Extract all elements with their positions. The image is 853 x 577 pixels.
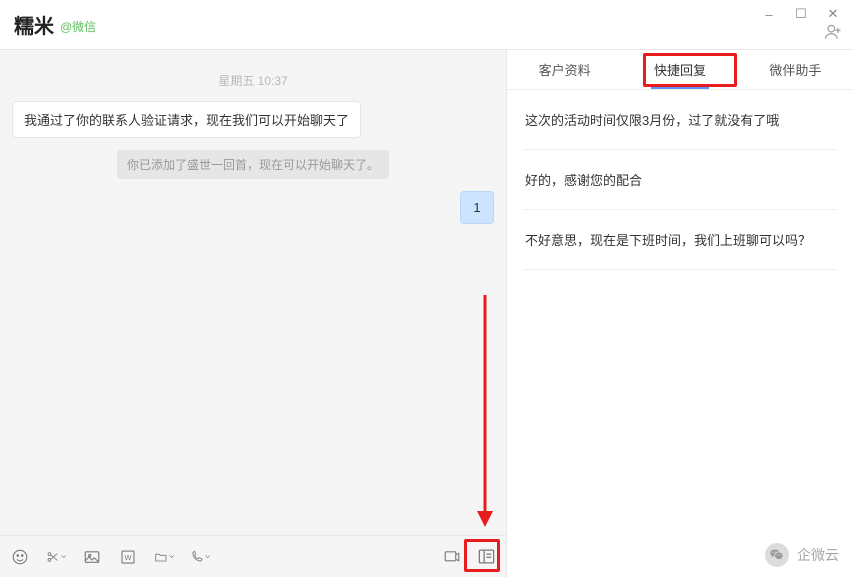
svg-text:W: W — [124, 553, 132, 562]
minimize-button[interactable]: – — [753, 2, 785, 26]
tab-quick-reply[interactable]: 快捷回复 — [622, 50, 737, 89]
message-incoming: 我通过了你的联系人验证请求，现在我们可以开始聊天了 — [12, 101, 494, 138]
quick-reply-icon[interactable] — [476, 547, 496, 567]
phone-icon[interactable] — [190, 547, 210, 567]
contact-name: 糯米 — [14, 10, 54, 39]
message-text: 1 — [460, 191, 494, 224]
wechat-icon — [765, 543, 789, 567]
folder-icon[interactable] — [154, 547, 174, 567]
chat-timestamp: 星期五 10:37 — [12, 72, 494, 89]
scissors-icon[interactable] — [46, 547, 66, 567]
tab-customer-info[interactable]: 客户资料 — [507, 50, 622, 89]
watermark-label: 企微云 — [797, 545, 839, 565]
quick-reply-list: 这次的活动时间仅限3月份，过了就没有了哦 好的，感谢您的配合 不好意思，现在是下… — [507, 90, 853, 270]
watermark: 企微云 — [765, 543, 839, 567]
quick-reply-item[interactable]: 不好意思，现在是下班时间，我们上班聊可以吗？ — [523, 210, 837, 270]
source-tag: @微信 — [60, 18, 96, 35]
maximize-button[interactable]: ☐ — [785, 2, 817, 26]
panel-tabs: 客户资料 快捷回复 微伴助手 — [507, 50, 853, 90]
quick-reply-item[interactable]: 这次的活动时间仅限3月份，过了就没有了哦 — [523, 90, 837, 150]
message-system: 你已添加了盛世一回首，现在可以开始聊天了。 — [12, 150, 494, 179]
main-split: 星期五 10:37 我通过了你的联系人验证请求，现在我们可以开始聊天了 你已添加… — [0, 50, 853, 577]
message-outgoing: 1 — [12, 191, 494, 224]
side-panel: 客户资料 快捷回复 微伴助手 这次的活动时间仅限3月份，过了就没有了哦 好的，感… — [507, 50, 853, 577]
add-person-icon[interactable] — [823, 22, 843, 45]
file-icon[interactable]: W — [118, 547, 138, 567]
screen-record-icon[interactable] — [442, 547, 462, 567]
tab-assistant[interactable]: 微伴助手 — [738, 50, 853, 89]
message-text: 我通过了你的联系人验证请求，现在我们可以开始聊天了 — [12, 101, 361, 138]
chat-area: 星期五 10:37 我通过了你的联系人验证请求，现在我们可以开始聊天了 你已添加… — [0, 50, 507, 577]
chat-scroll[interactable]: 星期五 10:37 我通过了你的联系人验证请求，现在我们可以开始聊天了 你已添加… — [0, 50, 506, 535]
input-toolbar: W — [0, 535, 506, 577]
quick-reply-item[interactable]: 好的，感谢您的配合 — [523, 150, 837, 210]
image-icon[interactable] — [82, 547, 102, 567]
titlebar: 糯米 @微信 – ☐ ✕ — [0, 0, 853, 50]
emoji-icon[interactable] — [10, 547, 30, 567]
system-text: 你已添加了盛世一回首，现在可以开始聊天了。 — [117, 150, 389, 179]
